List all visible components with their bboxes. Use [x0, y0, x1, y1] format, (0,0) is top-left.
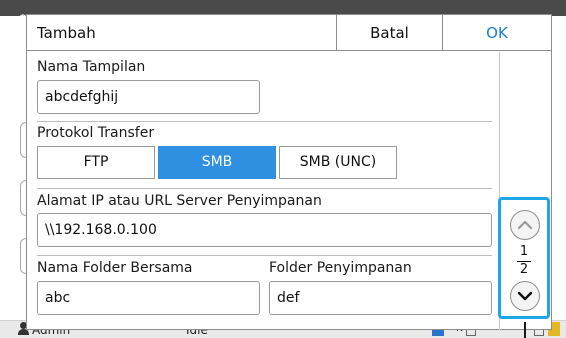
server-address-label: Alamat IP atau URL Server Penyimpanan: [37, 193, 322, 209]
section-divider: [37, 121, 492, 122]
storage-folder-field[interactable]: def: [269, 281, 492, 315]
dialog-content: Nama Tampilan abcdefghij Protokol Transf…: [27, 52, 499, 330]
dialog-title: Tambah: [37, 24, 96, 42]
shared-folder-field[interactable]: abc: [37, 281, 260, 315]
page-scroll-panel: 1 2: [498, 197, 550, 319]
add-destination-dialog: Tambah Batal OK Nama Tampilan abcdefghij…: [26, 14, 552, 330]
display-name-label: Nama Tampilan: [37, 59, 146, 75]
ok-button[interactable]: OK: [443, 15, 551, 51]
total-pages: 2: [519, 262, 529, 277]
server-address-field[interactable]: \\192.168.0.100: [37, 213, 492, 247]
scroll-down-button[interactable]: [510, 281, 540, 311]
cancel-button[interactable]: Batal: [337, 15, 442, 51]
current-page: 1: [519, 244, 529, 259]
section-divider: [37, 255, 492, 256]
storage-folder-label: Folder Penyimpanan: [269, 260, 412, 276]
display-name-field[interactable]: abcdefghij: [37, 80, 260, 114]
protocol-label: Protokol Transfer: [37, 125, 155, 141]
scroll-up-button[interactable]: [510, 210, 540, 240]
shared-folder-label: Nama Folder Bersama: [37, 260, 193, 276]
callout-line: [524, 322, 526, 338]
section-divider: [37, 188, 492, 189]
protocol-ftp-button[interactable]: FTP: [37, 146, 155, 179]
protocol-smb-button[interactable]: SMB: [158, 146, 276, 179]
chevron-up-icon: [517, 220, 533, 230]
dialog-header: Tambah Batal OK: [27, 15, 551, 51]
chevron-down-icon: [517, 291, 533, 301]
screen: ⚙ Admin Idle K Tambah Batal OK Nama Tamp…: [0, 0, 566, 338]
protocol-smb-unc-button[interactable]: SMB (UNC): [279, 146, 397, 179]
